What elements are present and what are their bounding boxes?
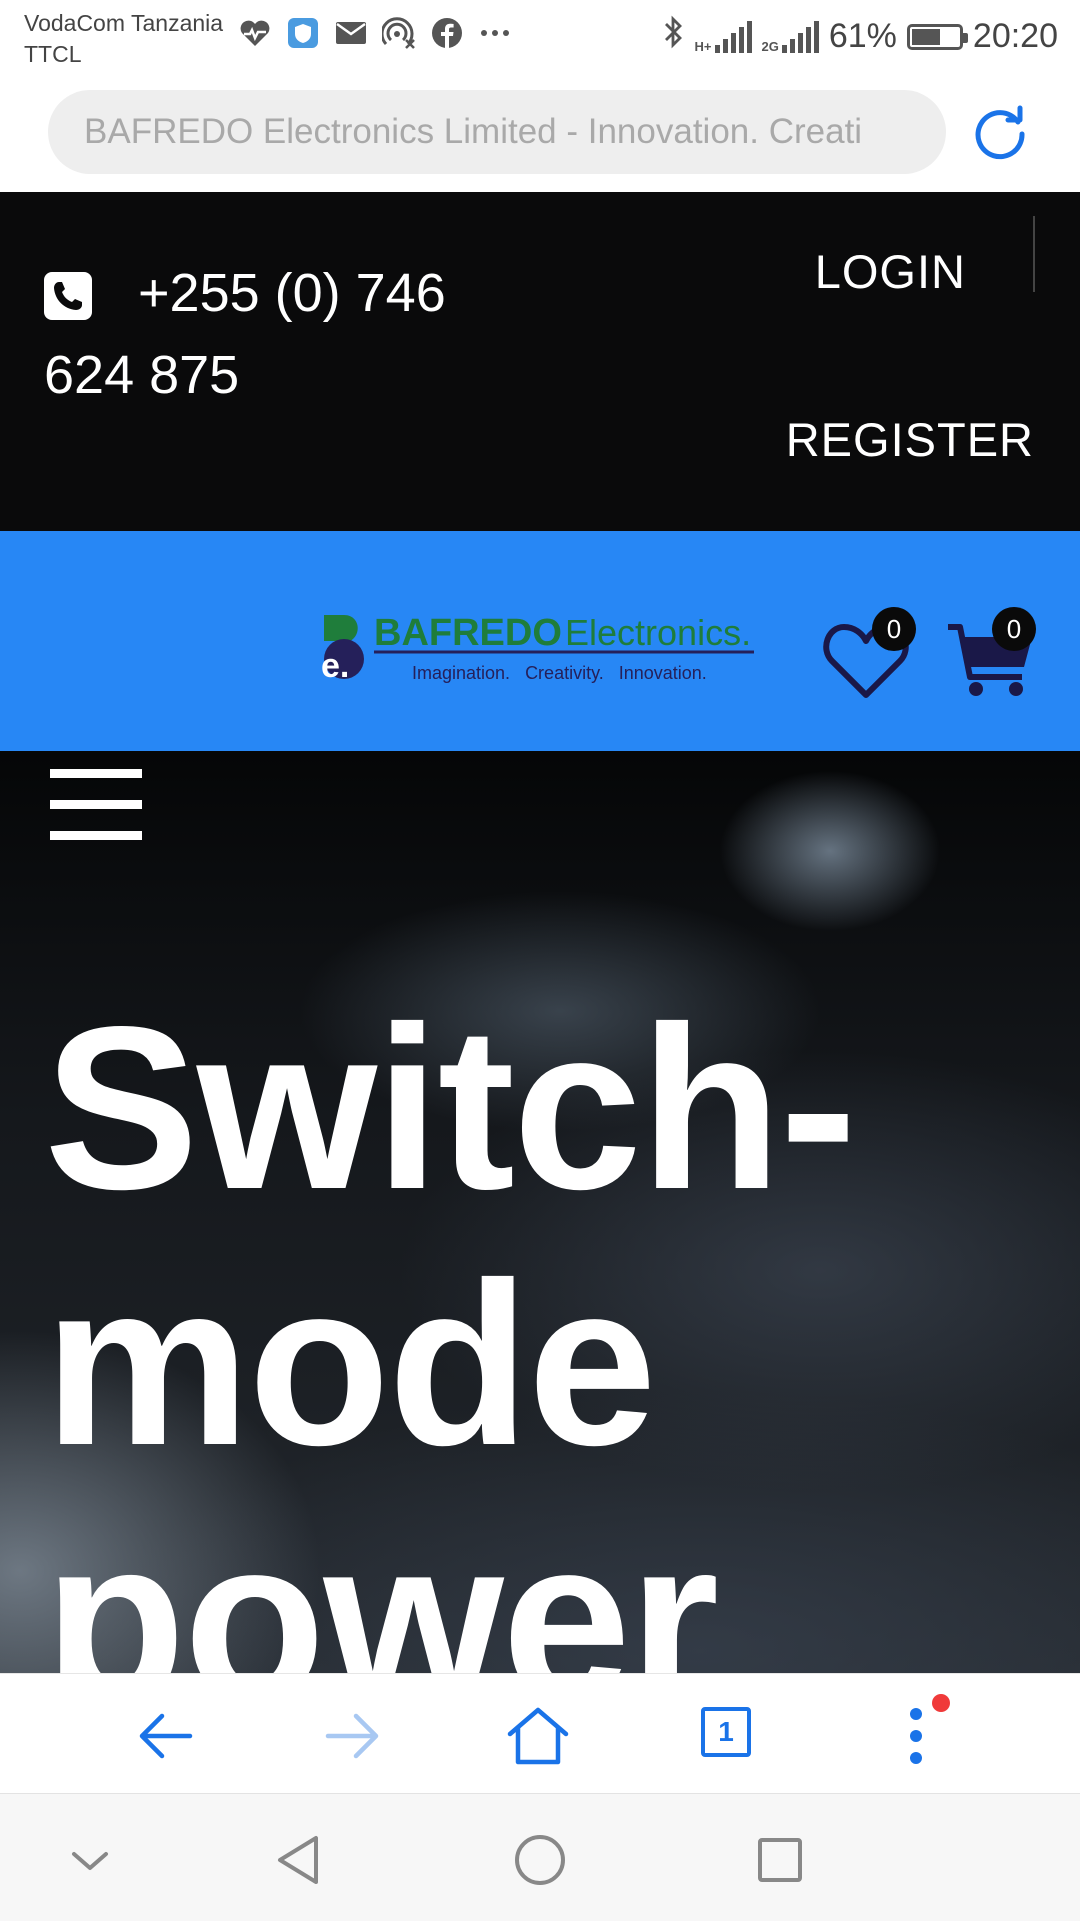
- reload-icon[interactable]: [968, 100, 1032, 164]
- carrier-name-secondary: TTCL: [24, 41, 82, 67]
- nav-recents-icon[interactable]: [750, 1830, 810, 1890]
- phone-line-1: +255 (0) 746: [138, 263, 446, 323]
- battery-fill: [911, 28, 940, 45]
- logo-mark-letter: e.: [322, 647, 349, 685]
- hero-title: Switch-mode power: [44, 979, 857, 1674]
- browser-toolbar: 1: [0, 1673, 1080, 1794]
- bluetooth-icon: [663, 14, 685, 59]
- more-icon: [478, 16, 512, 50]
- carrier-label: VodaCom Tanzania TTCL: [24, 8, 223, 70]
- wishlist-count-badge: 0: [872, 607, 916, 651]
- nav-home-icon[interactable]: [510, 1830, 570, 1890]
- battery-percent: 61%: [828, 17, 897, 55]
- phone-number[interactable]: +255 (0) 746 624 875: [44, 252, 484, 416]
- system-nav-bar: [0, 1793, 1080, 1921]
- home-icon[interactable]: [506, 1704, 570, 1768]
- login-link[interactable]: LOGIN: [815, 244, 966, 299]
- battery-icon: [906, 23, 968, 50]
- hero-banner: Switch-mode power: [0, 751, 1080, 1673]
- contact-bar: +255 (0) 746 624 875 LOGIN REGISTER: [0, 192, 1080, 531]
- tabs-button[interactable]: 1: [701, 1707, 751, 1757]
- mail-icon: [334, 16, 368, 50]
- forward-icon[interactable]: [320, 1704, 384, 1768]
- logo-brand-bold: BAFREDO: [374, 612, 562, 654]
- network-type-2: 2G: [761, 38, 779, 54]
- phone-line-2: 624 875: [44, 345, 240, 405]
- shield-icon: [286, 16, 320, 50]
- signal-bars-icon: [714, 20, 752, 53]
- wishlist-button[interactable]: 0: [822, 607, 922, 705]
- back-icon[interactable]: [134, 1704, 198, 1768]
- menu-icon[interactable]: [50, 769, 142, 841]
- signal-bars-icon: [781, 20, 819, 53]
- cart-button[interactable]: 0: [944, 607, 1044, 707]
- site-header: e. BAFREDO Electronics. Imagination. Cre…: [0, 531, 1080, 751]
- nav-back-icon[interactable]: [270, 1830, 330, 1890]
- system-status: H+ 2G 61% 20:20: [663, 14, 1058, 59]
- hotspot-icon: [382, 16, 416, 50]
- facebook-icon: [430, 16, 464, 50]
- signal-1: H+: [694, 20, 752, 54]
- network-type-1: H+: [694, 38, 712, 54]
- clock: 20:20: [972, 17, 1058, 55]
- heart-rate-icon: [238, 16, 272, 50]
- overflow-menu-icon[interactable]: [896, 1704, 936, 1768]
- signal-2: 2G: [761, 20, 819, 54]
- notification-dot: [932, 1694, 950, 1712]
- carrier-name: VodaCom Tanzania: [24, 10, 224, 36]
- notification-icons: [238, 16, 512, 50]
- cart-count-badge: 0: [992, 607, 1036, 651]
- url-field[interactable]: BAFREDO Electronics Limited - Innovation…: [48, 90, 946, 174]
- collapse-icon[interactable]: [60, 1830, 120, 1890]
- browser-address-bar: BAFREDO Electronics Limited - Innovation…: [0, 76, 1080, 192]
- brand-logo[interactable]: e. BAFREDO Electronics. Imagination. Cre…: [321, 611, 762, 701]
- register-link[interactable]: REGISTER: [786, 412, 1034, 467]
- divider: [1033, 216, 1035, 292]
- logo-brand-light: Electronics.: [565, 612, 751, 653]
- logo-tagline: Imagination. Creativity. Innovation.: [412, 663, 707, 683]
- status-bar: VodaCom Tanzania TTCL H+ 2G 61% 20:20: [0, 0, 1080, 76]
